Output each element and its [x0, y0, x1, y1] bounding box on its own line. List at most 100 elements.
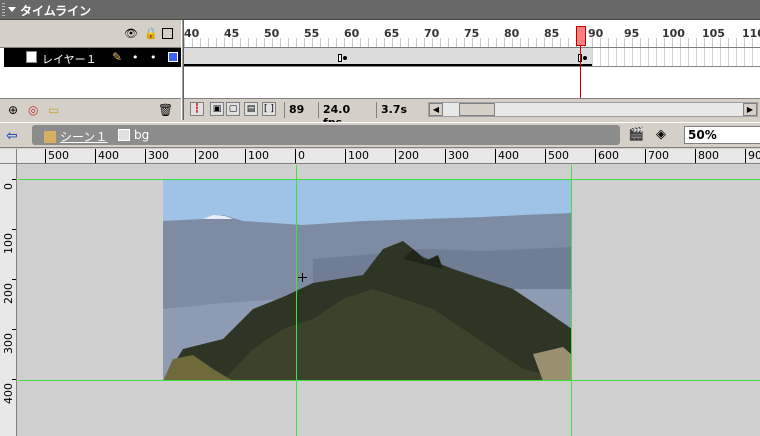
empty-frames	[592, 48, 760, 66]
frame-number: 85	[544, 27, 560, 40]
visibility-dot[interactable]: •	[132, 51, 139, 64]
outline-icon[interactable]	[162, 28, 173, 39]
ruler-label: 500	[45, 149, 69, 163]
center-frame-button[interactable]: ┇	[190, 102, 204, 116]
landscape-bitmap[interactable]	[163, 179, 572, 381]
motion-guide-icon[interactable]: ◎	[28, 103, 38, 117]
playhead[interactable]	[576, 26, 586, 46]
onion-markers-button[interactable]: [ ]	[262, 102, 276, 116]
frame-ruler[interactable]: 40 45 50 55 60 65 70 75 80 85 90 95 100 …	[184, 24, 760, 48]
guide-line[interactable]	[18, 179, 760, 180]
ruler-tick	[12, 179, 16, 180]
frame-rate[interactable]: 24.0 fps	[318, 102, 374, 129]
frames-row[interactable]	[184, 48, 760, 67]
ruler-label: 0	[2, 183, 15, 190]
frame-number: 110	[742, 27, 760, 40]
frame-span	[184, 48, 592, 66]
breadcrumb-symbol[interactable]: bg	[118, 128, 149, 142]
outline-color-box[interactable]	[168, 52, 178, 62]
ruler-label: 700	[645, 149, 669, 163]
onion-skin-button[interactable]: ▣	[210, 102, 224, 116]
timeline-title: タイムライン	[20, 4, 92, 18]
ruler-label: 100	[245, 149, 269, 163]
layer-toolbar: ⊕ ◎ ▭ 🗑	[0, 98, 181, 120]
layer-header: 👁 🔒	[0, 20, 181, 48]
ruler-label: 100	[345, 149, 369, 163]
registration-crosshair-icon	[298, 273, 307, 282]
frame-number: 105	[702, 27, 725, 40]
frame-number: 65	[384, 27, 400, 40]
ruler-label: 200	[2, 283, 15, 304]
ruler-label: 800	[695, 149, 719, 163]
ruler-label: 100	[2, 233, 15, 254]
back-arrow-icon[interactable]: ⇦	[6, 128, 18, 144]
frame-number: 70	[424, 27, 440, 40]
breadcrumb: シーン１ bg	[32, 125, 620, 145]
frame-number: 75	[464, 27, 480, 40]
frame-number: 95	[624, 27, 640, 40]
lock-icon[interactable]: 🔒	[144, 28, 158, 39]
ruler-tick	[12, 229, 16, 230]
zoom-input[interactable]: 50%	[684, 126, 760, 144]
layer-row[interactable]: レイヤー１ ✎ • •	[4, 48, 181, 67]
ruler-tick	[12, 279, 16, 280]
ruler-label: 600	[595, 149, 619, 163]
ruler-label: 500	[545, 149, 569, 163]
layer-list-empty	[0, 67, 181, 98]
frame-number: 90	[588, 27, 604, 40]
ruler-label: 300	[2, 333, 15, 354]
onion-outline-button[interactable]: ▢	[226, 102, 240, 116]
frame-number: 60	[344, 27, 360, 40]
pencil-icon: ✎	[112, 50, 123, 64]
layer-icon	[26, 51, 37, 63]
eye-icon[interactable]: 👁	[124, 28, 138, 39]
frame-number: 100	[662, 27, 685, 40]
ruler-corner	[0, 149, 17, 164]
scroll-thumb[interactable]	[459, 103, 495, 116]
frame-number: 45	[224, 27, 240, 40]
breadcrumb-scene[interactable]: シーン１	[44, 128, 107, 145]
ruler-label: 0	[295, 149, 305, 163]
insert-layer-icon[interactable]: ⊕	[8, 103, 18, 117]
scroll-right-arrow-icon[interactable]: ▶	[743, 103, 757, 116]
guide-line[interactable]	[571, 165, 572, 436]
ruler-label: 400	[495, 149, 519, 163]
layer-name[interactable]: レイヤー１	[42, 51, 97, 67]
lock-dot[interactable]: •	[150, 51, 157, 64]
frame-number: 40	[184, 27, 200, 40]
frame-number: 55	[304, 27, 320, 40]
panel-grip[interactable]	[2, 3, 5, 17]
stage[interactable]	[18, 165, 760, 436]
frame-number: 50	[264, 27, 280, 40]
timeline-hscroll[interactable]: ◀ ▶	[428, 102, 758, 117]
timeline-panel-header[interactable]: タイムライン	[0, 0, 760, 20]
current-frame: 89	[284, 102, 318, 118]
edit-multiple-button[interactable]: ▤	[244, 102, 258, 116]
edit-symbols-icon[interactable]: ◈	[656, 127, 666, 142]
edit-scene-icon[interactable]: 🎬	[628, 127, 644, 142]
ruler-tick	[12, 379, 16, 380]
scene-icon	[44, 131, 56, 143]
frame-number: 80	[504, 27, 520, 40]
movieclip-icon	[118, 129, 130, 141]
horizontal-ruler[interactable]: 500 400 300 200 100 0 100 200 300 400 50…	[17, 149, 760, 164]
scroll-left-arrow-icon[interactable]: ◀	[429, 103, 443, 116]
insert-folder-icon[interactable]: ▭	[48, 103, 59, 117]
collapse-arrow-icon[interactable]	[8, 7, 16, 12]
timeline-panel: 👁 🔒 40 45 50 55 60 65 70 75 80 85 90 95 …	[0, 20, 760, 129]
timeline-statusbar: ┇ ▣ ▢ ▤ [ ] 89 24.0 fps 3.7s ◀ ▶	[184, 98, 760, 129]
trash-icon[interactable]: 🗑	[158, 103, 173, 117]
keyframe[interactable]	[338, 54, 347, 65]
ruler-label: 900	[745, 149, 760, 163]
ruler-tick	[12, 329, 16, 330]
ruler-label: 400	[2, 383, 15, 404]
ruler-label: 200	[195, 149, 219, 163]
guide-line[interactable]	[18, 380, 760, 381]
guide-line[interactable]	[296, 165, 297, 436]
ruler-label: 400	[95, 149, 119, 163]
elapsed-time: 3.7s	[376, 102, 424, 118]
vertical-ruler[interactable]: 0 100 200 300 400	[0, 164, 17, 436]
edit-bar: ⇦ シーン１ bg 🎬 ◈ 50%	[0, 122, 760, 148]
ruler-label: 300	[445, 149, 469, 163]
frames-empty-area	[184, 67, 760, 98]
